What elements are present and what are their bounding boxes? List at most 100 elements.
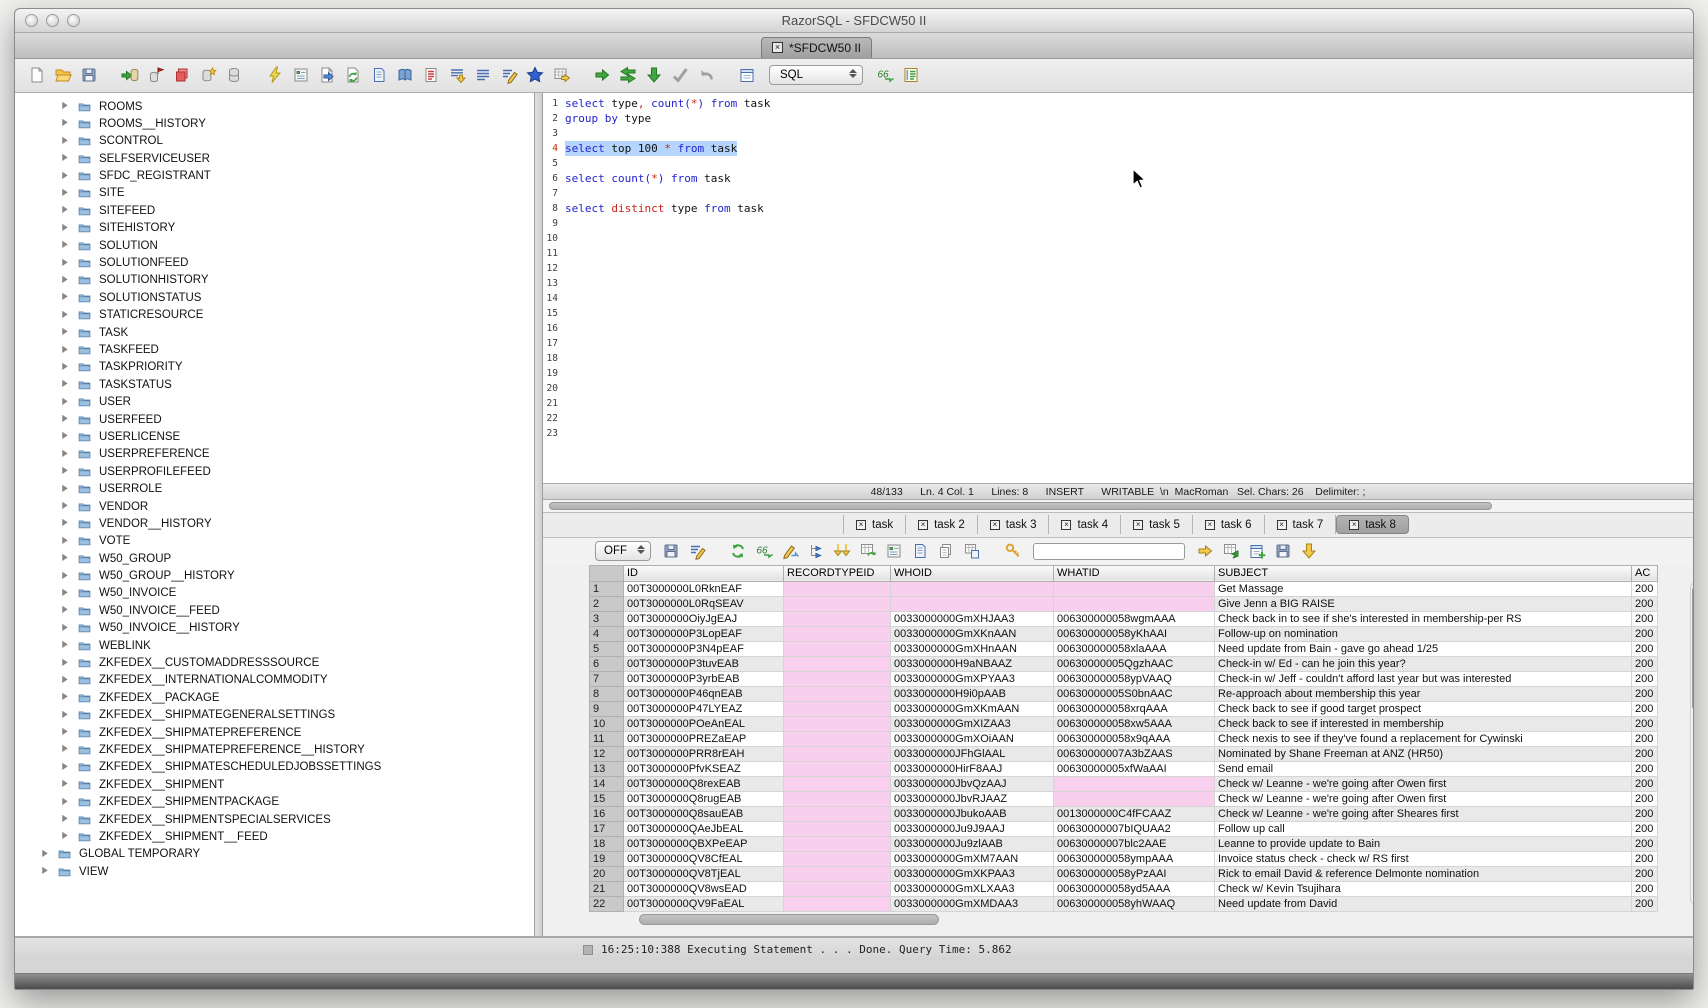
- table-row[interactable]: 1100T3000000PREZaEAP0033000000GmXOiAAN00…: [590, 731, 1658, 746]
- table-cell[interactable]: 00T3000000QV8wsEAD: [624, 881, 784, 896]
- disclosure-triangle-icon[interactable]: [59, 152, 72, 165]
- tree-view-icon[interactable]: [804, 539, 828, 563]
- table-cell[interactable]: 0033000000JbvQzAAJ: [891, 776, 1054, 791]
- describe-result-icon[interactable]: [882, 539, 906, 563]
- table-row[interactable]: 1000T3000000POeAnEAL0033000000GmXIZAA300…: [590, 716, 1658, 731]
- table-cell[interactable]: 0033000000Ju9J9AAJ: [891, 821, 1054, 836]
- close-tab-icon[interactable]: ×: [856, 520, 866, 530]
- null-cell[interactable]: [1054, 581, 1215, 596]
- table-cell[interactable]: 0033000000HirF8AAJ: [891, 761, 1054, 776]
- disclosure-triangle-icon[interactable]: [59, 187, 72, 200]
- disclosure-triangle-icon[interactable]: [39, 848, 52, 861]
- tree-item[interactable]: W50_INVOICE__FEED: [15, 602, 534, 619]
- tree-item[interactable]: SFDC_REGISTRANT: [15, 167, 534, 184]
- split-pane-divider[interactable]: [535, 93, 543, 936]
- disclosure-triangle-icon[interactable]: [59, 796, 72, 809]
- table-cell[interactable]: 200: [1632, 716, 1658, 731]
- column-header[interactable]: WHOID: [891, 565, 1054, 581]
- table-cell[interactable]: 0033000000GmXHnAAN: [891, 641, 1054, 656]
- table-cell[interactable]: 0033000000GmXIZAA3: [891, 716, 1054, 731]
- table-cell[interactable]: 006300000058xrqAAA: [1054, 701, 1215, 716]
- disclosure-triangle-icon[interactable]: [59, 761, 72, 774]
- scrollbar-thumb[interactable]: [1692, 586, 1694, 711]
- close-tab-icon[interactable]: ×: [1205, 520, 1215, 530]
- editor-line[interactable]: 16: [543, 321, 1693, 336]
- result-tab[interactable]: ×task 4: [1049, 515, 1121, 534]
- null-cell[interactable]: [1054, 776, 1215, 791]
- null-cell[interactable]: [784, 671, 891, 686]
- save-results-icon[interactable]: [659, 539, 683, 563]
- tree-item[interactable]: VOTE: [15, 533, 534, 550]
- column-header[interactable]: AC: [1632, 565, 1658, 581]
- row-number-cell[interactable]: 21: [590, 881, 624, 896]
- row-number-cell[interactable]: 18: [590, 836, 624, 851]
- table-cell[interactable]: 0033000000H9aNBAAZ: [891, 656, 1054, 671]
- null-cell[interactable]: [1054, 596, 1215, 611]
- disclosure-triangle-icon[interactable]: [59, 709, 72, 722]
- null-cell[interactable]: [784, 761, 891, 776]
- table-row[interactable]: 800T3000000P46qnEAB0033000000H9i0pAAB006…: [590, 686, 1658, 701]
- null-cell[interactable]: [784, 731, 891, 746]
- refresh-results-icon[interactable]: [726, 539, 750, 563]
- table-cell[interactable]: 200: [1632, 896, 1658, 911]
- disclosure-triangle-icon[interactable]: [59, 170, 72, 183]
- table-cell[interactable]: 00T3000000OiyJgEAJ: [624, 611, 784, 626]
- disclosure-triangle-icon[interactable]: [59, 204, 72, 217]
- disclosure-triangle-icon[interactable]: [59, 448, 72, 461]
- null-cell[interactable]: [784, 641, 891, 656]
- table-cell[interactable]: 00T3000000PRR8rEAH: [624, 746, 784, 761]
- open-file-icon[interactable]: [51, 63, 75, 87]
- tree-item[interactable]: ROOMS: [15, 98, 534, 115]
- execute-statement-icon[interactable]: [590, 63, 614, 87]
- tree-item[interactable]: ZKFEDEX__SHIPMENT: [15, 776, 534, 793]
- disclosure-triangle-icon[interactable]: [59, 378, 72, 391]
- disclosure-triangle-icon[interactable]: [59, 326, 72, 339]
- tree-item[interactable]: TASKPRIORITY: [15, 359, 534, 376]
- row-number-cell[interactable]: 16: [590, 806, 624, 821]
- tree-item[interactable]: VIEW: [15, 863, 534, 880]
- edit-cell-icon[interactable]: [778, 539, 802, 563]
- table-cell[interactable]: 006300000058ympAAA: [1054, 851, 1215, 866]
- table-cell[interactable]: 00T3000000P47LYEAZ: [624, 701, 784, 716]
- results-list-icon[interactable]: [899, 63, 923, 87]
- table-cell[interactable]: 00T3000000P46qnEAB: [624, 686, 784, 701]
- execute-all-icon[interactable]: [616, 63, 640, 87]
- table-cell[interactable]: Check w/ Leanne - we're going after Owen…: [1215, 791, 1632, 806]
- disclosure-triangle-icon[interactable]: [59, 500, 72, 513]
- table-vertical-scrollbar[interactable]: [1690, 582, 1694, 905]
- disclosure-triangle-icon[interactable]: [59, 570, 72, 583]
- tree-item[interactable]: W50_GROUP__HISTORY: [15, 567, 534, 584]
- tree-item[interactable]: ZKFEDEX__PACKAGE: [15, 689, 534, 706]
- sort-columns-icon[interactable]: [830, 539, 854, 563]
- table-row[interactable]: 400T3000000P3LopEAF0033000000GmXKnAAN006…: [590, 626, 1658, 641]
- table-cell[interactable]: 200: [1632, 881, 1658, 896]
- disclosure-triangle-icon[interactable]: [59, 726, 72, 739]
- table-cell[interactable]: 00T3000000P3N4pEAF: [624, 641, 784, 656]
- disclosure-triangle-icon[interactable]: [39, 865, 52, 878]
- close-tab-icon[interactable]: ×: [1133, 520, 1143, 530]
- disclosure-triangle-icon[interactable]: [59, 813, 72, 826]
- disclosure-triangle-icon[interactable]: [59, 778, 72, 791]
- result-tab[interactable]: ×task 8: [1336, 515, 1409, 534]
- go-filter-icon[interactable]: [1193, 539, 1217, 563]
- table-row[interactable]: 900T3000000P47LYEAZ0033000000GmXKmAAN006…: [590, 701, 1658, 716]
- table-row[interactable]: 1600T3000000Q8sauEAB0033000000JbukoAAB00…: [590, 806, 1658, 821]
- editor-line[interactable]: 18: [543, 351, 1693, 366]
- tree-item[interactable]: GLOBAL TEMPORARY: [15, 846, 534, 863]
- editor-line[interactable]: 12: [543, 261, 1693, 276]
- disclosure-triangle-icon[interactable]: [59, 309, 72, 322]
- disclosure-triangle-icon[interactable]: [59, 291, 72, 304]
- table-cell[interactable]: 0033000000GmXPYAA3: [891, 671, 1054, 686]
- disclosure-triangle-icon[interactable]: [59, 587, 72, 600]
- row-number-cell[interactable]: 19: [590, 851, 624, 866]
- reload-table-icon[interactable]: [856, 539, 880, 563]
- table-cell[interactable]: Check back to see if interested in membe…: [1215, 716, 1632, 731]
- tree-item[interactable]: USERROLE: [15, 480, 534, 497]
- editor-line[interactable]: 15: [543, 306, 1693, 321]
- table-row[interactable]: 1900T3000000QV8CfEAL0033000000GmXM7AAN00…: [590, 851, 1658, 866]
- table-cell[interactable]: 200: [1632, 641, 1658, 656]
- tree-item[interactable]: USERLICENSE: [15, 428, 534, 445]
- sql-editor[interactable]: 1select type, count(*) from task2group b…: [543, 93, 1693, 483]
- rollback-icon[interactable]: [694, 63, 718, 87]
- tree-item[interactable]: SOLUTION: [15, 237, 534, 254]
